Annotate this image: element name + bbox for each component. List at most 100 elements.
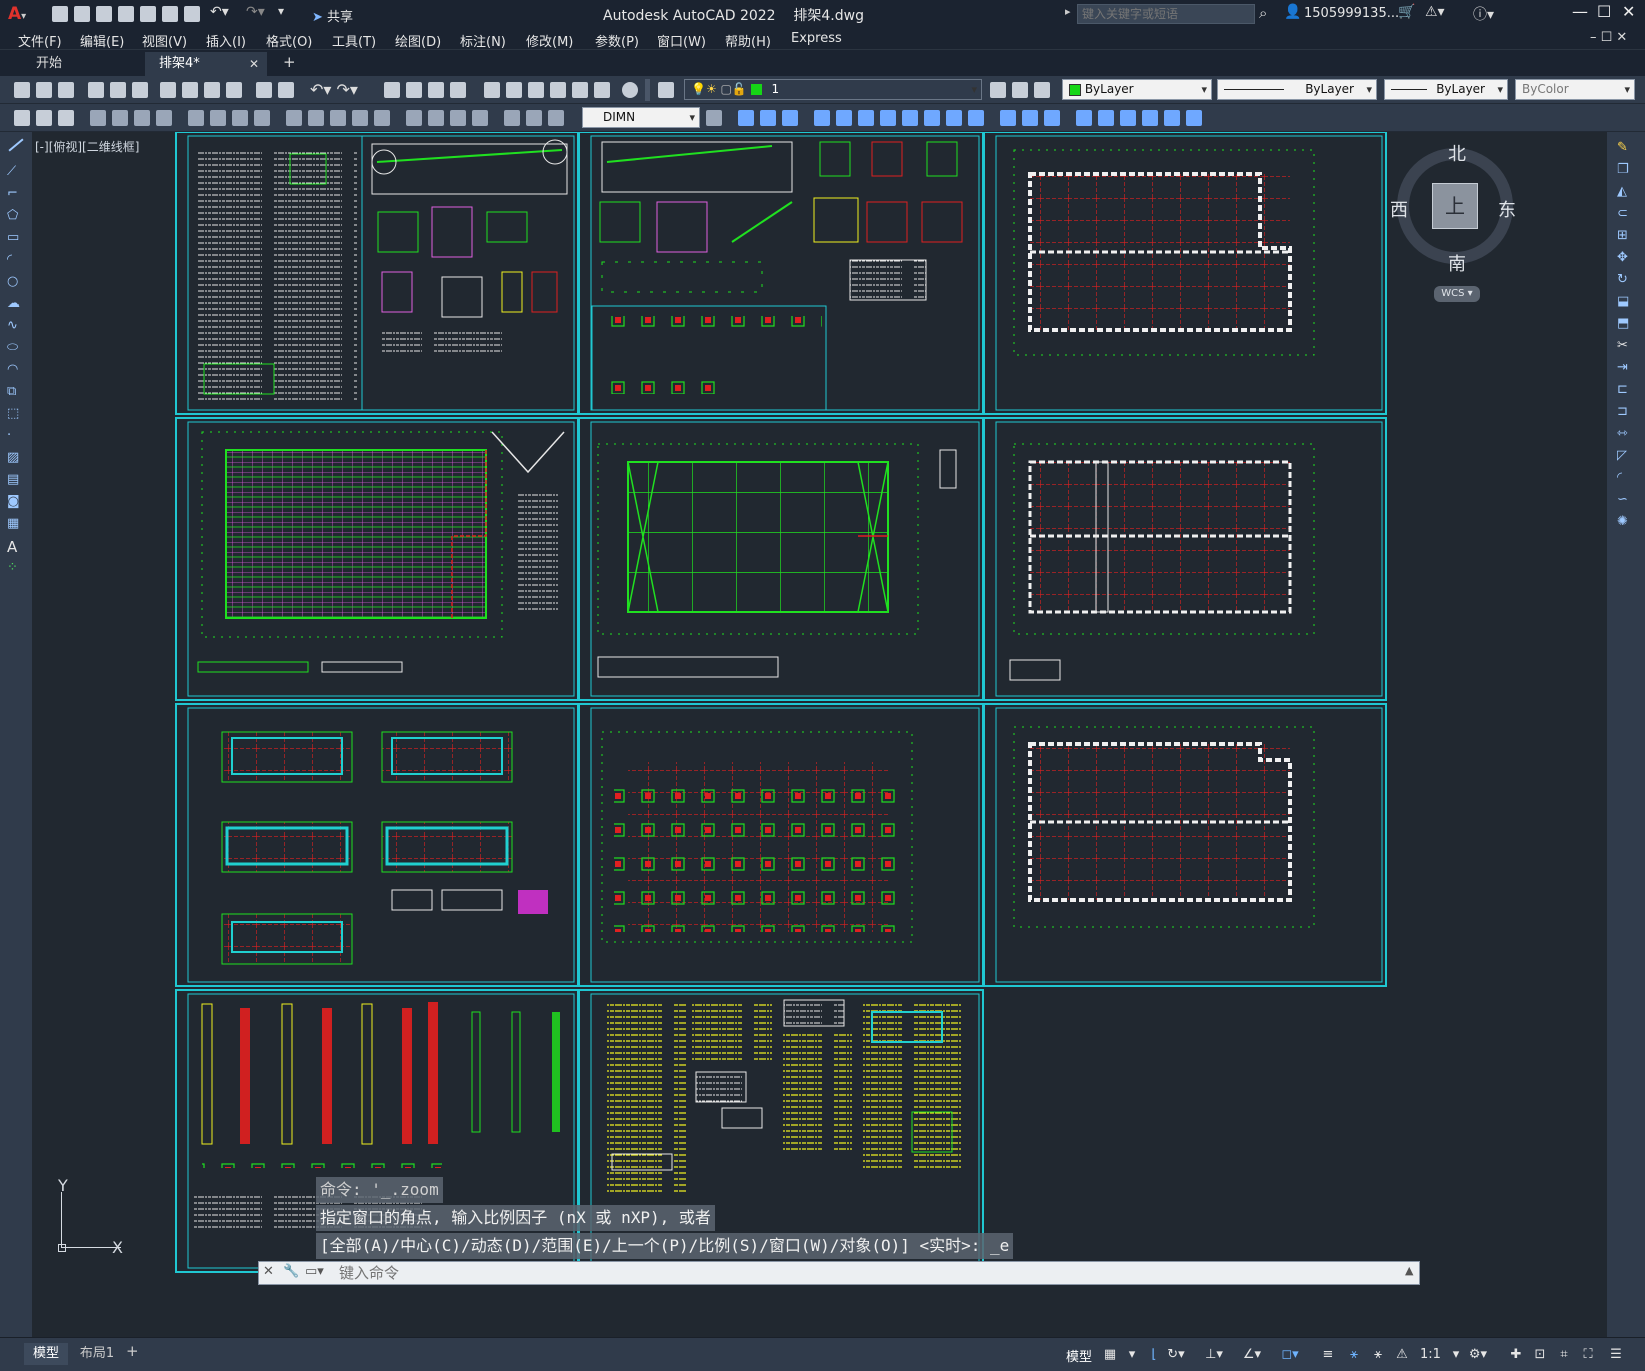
- annotation-visibility-icon[interactable]: ⚹: [1344, 1345, 1364, 1365]
- layer-properties-icon[interactable]: [658, 82, 674, 98]
- add-selected-icon[interactable]: ⁘: [7, 560, 25, 576]
- ortho-icon[interactable]: ⊥▾: [1204, 1345, 1224, 1365]
- stretch-icon[interactable]: ⬒: [1617, 316, 1635, 332]
- array-icon[interactable]: ⊞: [1617, 228, 1635, 244]
- new-tab-icon[interactable]: +: [283, 53, 296, 71]
- modify-m-icon[interactable]: [1022, 110, 1038, 126]
- plotstyle-dropdown[interactable]: ByColor: [1515, 79, 1635, 100]
- tb-calc-icon[interactable]: [594, 82, 610, 98]
- make-block-icon[interactable]: ⬚: [7, 406, 25, 422]
- hatch-icon[interactable]: ▨: [7, 450, 25, 466]
- wcs-menu-button[interactable]: WCS ▾: [1434, 286, 1480, 302]
- command-customize-icon[interactable]: 🔧: [283, 1264, 299, 1279]
- tb-markup-icon[interactable]: [572, 82, 588, 98]
- autodesk-app-icon[interactable]: ⚠▾: [1425, 4, 1445, 20]
- arc-icon[interactable]: ◜: [7, 252, 25, 268]
- dim-aligned-icon[interactable]: [112, 110, 128, 126]
- tb-publish-icon[interactable]: [132, 82, 148, 98]
- dim-baseline-icon[interactable]: [308, 110, 324, 126]
- menu-window[interactable]: 窗口(W): [657, 31, 706, 50]
- tb-zoom-previous-icon[interactable]: [450, 82, 466, 98]
- minimize-button[interactable]: —: [1572, 2, 1588, 21]
- copy-icon[interactable]: ❐: [1617, 162, 1635, 178]
- menu-draw[interactable]: 绘图(D): [395, 31, 441, 50]
- modify-j-icon[interactable]: [946, 110, 962, 126]
- viewcube-top-face[interactable]: 上: [1432, 183, 1478, 229]
- polyline-icon[interactable]: ⌐: [7, 186, 25, 202]
- customize-status-icon[interactable]: ☰: [1606, 1345, 1626, 1365]
- modify-s-icon[interactable]: [1164, 110, 1180, 126]
- circle-icon[interactable]: ○: [7, 274, 25, 290]
- dim-text-edit-icon[interactable]: [526, 110, 542, 126]
- dimstyle-dropdown[interactable]: DIMN: [582, 107, 700, 128]
- dim-continue-icon[interactable]: [330, 110, 346, 126]
- mtext-icon[interactable]: A: [7, 538, 25, 556]
- explode-icon[interactable]: ✺: [1617, 514, 1635, 530]
- tb-new-icon[interactable]: [14, 82, 30, 98]
- menu-tools[interactable]: 工具(T): [332, 31, 376, 50]
- tb-preview-icon[interactable]: [110, 82, 126, 98]
- tb-paste-icon[interactable]: [204, 82, 220, 98]
- modify-t-icon[interactable]: [1186, 110, 1202, 126]
- make-current-icon[interactable]: [990, 82, 1006, 98]
- modify-c-icon[interactable]: [782, 110, 798, 126]
- color-dropdown[interactable]: ByLayer: [1062, 79, 1212, 100]
- jogged-linear-icon[interactable]: [472, 110, 488, 126]
- tb-open-icon[interactable]: [36, 82, 52, 98]
- new-icon[interactable]: [52, 6, 68, 22]
- polar-tracking-icon[interactable]: ∠▾: [1242, 1345, 1262, 1365]
- point-icon[interactable]: ·: [7, 428, 25, 444]
- menu-dimension[interactable]: 标注(N): [460, 31, 506, 50]
- mirror-icon[interactable]: ◭: [1617, 184, 1635, 200]
- modify-k-icon[interactable]: [968, 110, 984, 126]
- lineweight-dropdown[interactable]: ByLayer: [1384, 79, 1508, 100]
- fillet-icon[interactable]: ◜: [1617, 470, 1635, 486]
- menu-parametric[interactable]: 参数(P): [595, 31, 639, 50]
- grid-icon[interactable]: ▦: [1100, 1345, 1120, 1365]
- dim-jogged-icon[interactable]: [210, 110, 226, 126]
- modify-b-icon[interactable]: [760, 110, 776, 126]
- save-as-icon[interactable]: [118, 6, 134, 22]
- chamfer-icon[interactable]: ◸: [1617, 448, 1635, 464]
- tb-zoom-realtime-icon[interactable]: [406, 82, 422, 98]
- dim-break-icon[interactable]: [374, 110, 390, 126]
- infer-constraints-icon[interactable]: ↻▾: [1166, 1345, 1186, 1365]
- dim-update-icon[interactable]: [548, 110, 564, 126]
- share-button[interactable]: ➤ 共享: [312, 6, 353, 25]
- viewcube-east[interactable]: 东: [1498, 196, 1516, 222]
- add-layout-icon[interactable]: +: [126, 1342, 139, 1360]
- offset-icon[interactable]: ⊂: [1617, 206, 1635, 222]
- ellipse-icon[interactable]: ⬭: [7, 340, 25, 356]
- break-icon[interactable]: ⊐: [1617, 404, 1635, 420]
- tb-designcenter-icon[interactable]: [506, 82, 522, 98]
- trim-icon[interactable]: ✂: [1617, 338, 1635, 354]
- dim-linear-icon[interactable]: [90, 110, 106, 126]
- menu-express[interactable]: Express: [791, 31, 842, 46]
- user-icon[interactable]: 👤: [1284, 4, 1301, 20]
- command-history-toggle-icon[interactable]: ▲: [1405, 1264, 1413, 1277]
- modify-a-icon[interactable]: [738, 110, 754, 126]
- table-icon[interactable]: ▦: [7, 516, 25, 532]
- close-tab-icon[interactable]: ✕: [249, 52, 259, 76]
- menu-help[interactable]: 帮助(H): [725, 31, 771, 50]
- tb-blockeditor-icon[interactable]: [256, 82, 272, 98]
- modify-h-icon[interactable]: [902, 110, 918, 126]
- modify-q-icon[interactable]: [1120, 110, 1136, 126]
- dim-diameter-icon[interactable]: [232, 110, 248, 126]
- tab-drawing[interactable]: 排架4* ✕: [145, 52, 267, 76]
- command-input[interactable]: [339, 1263, 1399, 1283]
- dim-style-icon[interactable]: [706, 110, 722, 126]
- modify-o-icon[interactable]: [1076, 110, 1092, 126]
- layer-states-icon[interactable]: [1034, 82, 1050, 98]
- inspection-icon[interactable]: [450, 110, 466, 126]
- dim-radius-icon[interactable]: [188, 110, 204, 126]
- dim-space-icon[interactable]: [352, 110, 368, 126]
- dim-ordinate-icon[interactable]: [156, 110, 172, 126]
- save-icon[interactable]: [96, 6, 112, 22]
- close-button[interactable]: ✕: [1622, 2, 1635, 21]
- polygon-icon[interactable]: ⬠: [7, 208, 25, 224]
- viewcube-south[interactable]: 南: [1448, 250, 1466, 276]
- menu-edit[interactable]: 编辑(E): [80, 31, 124, 50]
- join-icon[interactable]: ⇿: [1617, 426, 1635, 442]
- break-point-icon[interactable]: ⊏: [1617, 382, 1635, 398]
